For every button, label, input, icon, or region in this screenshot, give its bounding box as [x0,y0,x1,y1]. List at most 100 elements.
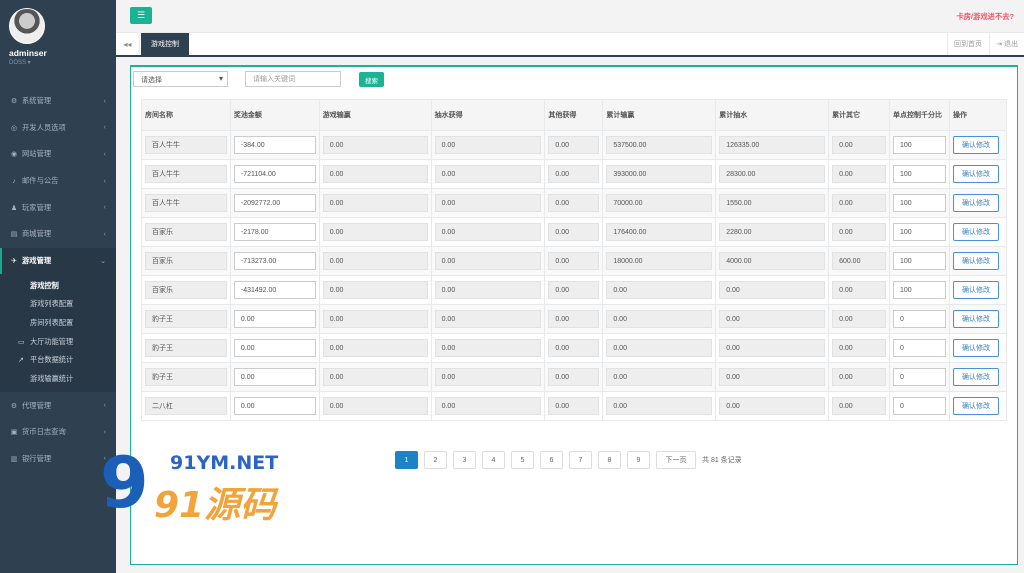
pool-amount-input[interactable]: 0.00 [233,397,316,415]
sidebar-item-money[interactable]: ▣ 货币日志查询 ‹ [0,419,116,446]
confirm-edit-button[interactable]: 确认修改 [952,252,999,270]
column-header: 单点控制千分比 [889,99,950,131]
pool-amount-input[interactable]: -2092772.00 [233,194,316,212]
back-home-button[interactable]: 回到首页 [947,33,988,55]
page-button[interactable]: 2 [424,451,447,469]
pool-amount-input[interactable]: -713273.00 [233,252,316,270]
confirm-edit-button[interactable]: 确认修改 [952,339,999,357]
sidebar-item-globe[interactable]: ◉ 网站管理 ‹ [0,141,116,168]
confirm-edit-button[interactable]: 确认修改 [952,136,999,154]
table-row: 百人牛牛 -2092772.00 0.00 0.00 0.00 70000.00 1550.… [141,188,1008,218]
tab-game-control[interactable]: 游戏控制 [141,33,189,55]
total-win-field: 0.00 [606,281,713,299]
pool-amount-input[interactable]: 0.00 [233,339,316,357]
confirm-edit-button[interactable]: 确认修改 [952,368,999,386]
table-cell: 126335.00 [715,130,830,160]
confirm-edit-button[interactable]: 确认修改 [952,223,999,241]
confirm-edit-button[interactable]: 确认修改 [952,165,999,183]
table-cell: 0.00 [828,304,891,334]
control-permille-input[interactable]: 0 [893,310,946,328]
username[interactable]: adminser [9,48,116,58]
control-permille-input[interactable]: 0 [893,339,946,357]
game-win-field: 0.00 [322,165,428,183]
sidebar-item-gamepad[interactable]: ◎ 开发人员选项 ‹ [0,115,116,142]
user-role-dropdown[interactable]: DOSS ▾ [9,59,116,66]
control-permille-input[interactable]: 0 [893,368,946,386]
confirm-edit-button[interactable]: 确认修改 [952,281,999,299]
sidebar-item-user[interactable]: ♟ 玩家管理 ‹ [0,194,116,221]
table-cell: -713273.00 [229,246,320,276]
page-button[interactable]: 3 [453,451,476,469]
sidebar-item-gear[interactable]: ⚙ 代理管理 ‹ [0,392,116,419]
control-permille-input[interactable]: 100 [893,281,946,299]
tax-field: 0.00 [434,281,542,299]
sidebar-item-label: 游戏管理 [22,255,52,265]
control-permille-input[interactable]: 0 [893,397,946,415]
control-permille-input[interactable]: 100 [893,165,946,183]
tab-scroll-left-icon[interactable]: ◂◂ [116,33,140,55]
sidebar-item-cart[interactable]: ▤ 商城管理 ‹ [0,221,116,248]
table-cell: -2178.00 [229,217,320,247]
pool-amount-input[interactable]: 0.00 [233,310,316,328]
pool-amount-input[interactable]: -2178.00 [233,223,316,241]
logout-button[interactable]: ⇥ 退出 [989,33,1024,55]
control-permille-input[interactable]: 100 [893,252,946,270]
tax-field: 0.00 [434,397,542,415]
category-select[interactable]: 请选择 [133,71,228,87]
next-page-button[interactable]: 下一页 [656,451,696,469]
keyword-input[interactable] [245,71,341,87]
menu-toggle-icon[interactable]: ☰ [130,7,152,24]
submenu-item[interactable]: 游戏控制 [0,276,116,295]
page-button[interactable]: 5 [511,451,534,469]
table-cell: 0.00 [828,391,891,421]
page-button[interactable]: 1 [395,451,418,469]
page-button[interactable]: 6 [540,451,563,469]
submenu-item[interactable]: 游戏列表配置 [0,295,116,314]
table-cell: 0.00 [430,246,546,276]
control-permille-input[interactable]: 100 [893,223,946,241]
total-win-field: 0.00 [606,368,713,386]
page-button[interactable]: 4 [482,451,505,469]
submenu-item[interactable]: 房间列表配置 [0,314,116,333]
page-button[interactable]: 7 [569,451,592,469]
control-permille-input[interactable]: 100 [893,194,946,212]
sidebar-item-plane[interactable]: ✈ 游戏管理 ⌄ [0,247,116,275]
table-cell: 确认修改 [948,246,1008,276]
sidebar-item: ◎ 开发人员选项 ‹ [0,115,116,142]
other-field: 0.00 [548,397,600,415]
pool-amount-input[interactable]: -431492.00 [233,281,316,299]
submenu-item-label: 游戏列表配置 [30,299,74,309]
table-cell: 393000.00 [602,159,717,189]
table-cell: 0.00 [715,304,830,334]
column-header: 累计其它 [828,99,891,131]
help-link[interactable]: 卡房/游戏进不去? [956,12,1014,22]
chevron-down-icon: ⌄ [100,257,106,265]
total-win-field: 18000.00 [606,252,713,270]
table-cell: 0.00 [828,217,891,247]
table-cell: 确认修改 [948,333,1008,363]
pool-amount-input[interactable]: 0.00 [233,368,316,386]
pagination: 1 2 3 4 5 6 7 8 9 下一页共 81 条记录 [395,451,742,469]
confirm-edit-button[interactable]: 确认修改 [952,397,999,415]
pool-amount-input[interactable]: -721104.00 [233,165,316,183]
page-button[interactable]: 8 [598,451,621,469]
game-win-field: 0.00 [322,368,428,386]
room-name-field: 百人牛牛 [145,194,227,212]
pool-amount-input[interactable]: -384.00 [233,136,316,154]
avatar[interactable] [9,8,45,44]
submenu-item[interactable]: ▭ 大厅功能管理 [0,332,116,351]
confirm-edit-button[interactable]: 确认修改 [952,310,999,328]
table-header-row: 房间名称 奖池金额 游戏输赢 抽水获得 其他获得 累计输赢 累计抽水 累计其它 单点控制千分比操… [141,99,1008,131]
control-permille-input[interactable]: 100 [893,136,946,154]
table-cell: 0.00 [544,217,604,247]
search-button[interactable]: 搜索 [359,72,384,87]
sidebar-item-bank[interactable]: ▥ 银行管理 ‹ [0,445,116,472]
page-button[interactable]: 9 [627,451,650,469]
submenu-item[interactable]: 游戏输赢统计 [0,370,116,389]
submenu-item[interactable]: ↗ 平台数据统计 [0,351,116,370]
sidebar-item-bell[interactable]: ♪ 邮件与公告 ‹ [0,168,116,195]
sidebar-item-gears[interactable]: ⚙ 系统管理 ‹ [0,88,116,115]
confirm-edit-button[interactable]: 确认修改 [952,194,999,212]
table-cell: 百家乐 [141,246,231,276]
table-cell: 100 [889,159,950,189]
